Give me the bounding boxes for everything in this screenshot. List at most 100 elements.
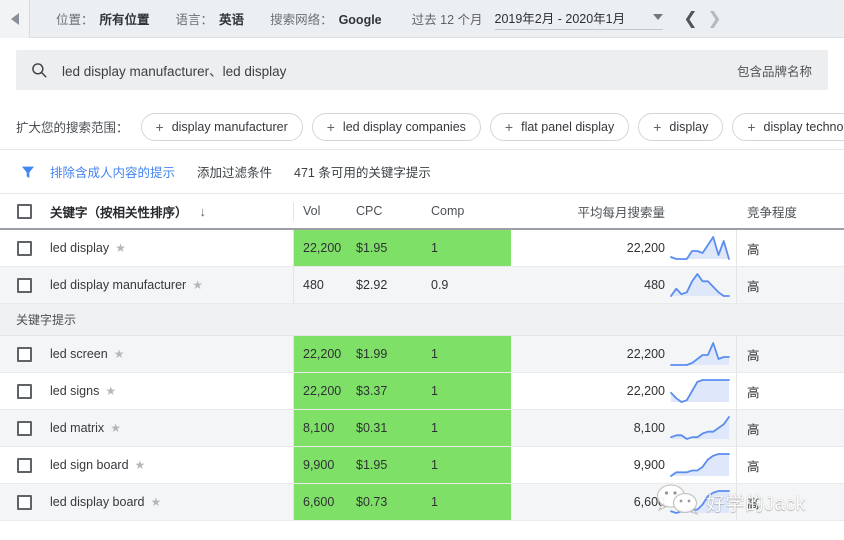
header-vol-cell[interactable]: Vol (294, 204, 356, 218)
header-cpc-cell[interactable]: CPC (356, 204, 431, 218)
broaden-chip-3[interactable]: + flat panel display (489, 112, 630, 141)
keyword-planner-screen: 位置： 所有位置 语言： 英语 搜索网络： Google 过去 12 个月 20… (0, 0, 844, 540)
row-checkbox[interactable] (16, 240, 32, 256)
exclude-adult-filter-link[interactable]: 排除含成人内容的提示 (50, 162, 175, 181)
row-keyword-text: led display manufacturer (50, 278, 187, 292)
plus-icon: + (326, 118, 335, 135)
table-row[interactable]: led display ★ 22,200 $1.95 1 22,200 高 (0, 230, 844, 267)
favorite-star-icon[interactable]: ★ (114, 347, 125, 361)
sort-descending-arrow-icon: ↓ (199, 203, 207, 219)
table-row[interactable]: led signs ★ 22,200 $3.37 1 22,200 高 (0, 373, 844, 410)
collapse-panel-button[interactable] (0, 0, 30, 38)
row-cpc-cell: $1.95 (356, 230, 431, 266)
favorite-star-icon[interactable]: ★ (105, 384, 116, 398)
row-vol-cell: 480 (294, 267, 356, 303)
date-range-selector[interactable]: 2019年2月 - 2020年1月 (494, 8, 663, 30)
row-keyword-cell[interactable]: led display board ★ (48, 484, 294, 520)
row-cpc-cell: $1.99 (356, 336, 431, 372)
row-cpc-cell: $3.37 (356, 373, 431, 409)
row-avg-monthly-cell: 22,200 (509, 230, 669, 266)
broaden-chip-label: display (669, 119, 709, 134)
row-select-cell (0, 230, 48, 266)
row-cpc-value: $2.92 (356, 278, 388, 292)
row-vol-value: 480 (303, 278, 324, 292)
table-row[interactable]: led screen ★ 22,200 $1.99 1 22,200 高 (0, 336, 844, 373)
row-competition-cell: 高 (737, 410, 837, 446)
row-vol-cell: 8,100 (294, 410, 356, 446)
table-row[interactable]: led sign board ★ 9,900 $1.95 1 9,900 高 (0, 447, 844, 484)
row-keyword-cell[interactable]: led sign board ★ (48, 447, 294, 483)
row-comp-cell: 0.9 (431, 267, 509, 303)
broaden-chip-2[interactable]: + led display companies (311, 112, 481, 141)
row-keyword-cell[interactable]: led display manufacturer ★ (48, 267, 294, 303)
favorite-star-icon[interactable]: ★ (110, 421, 121, 435)
date-nav-arrows: ❮ ❯ (679, 6, 727, 32)
row-vol-value: 22,200 (303, 384, 342, 398)
row-comp-value: 1 (431, 458, 438, 472)
add-filter-button[interactable]: 添加过滤条件 (197, 162, 272, 181)
row-cpc-value: $3.37 (356, 384, 388, 398)
table-row[interactable]: led display manufacturer ★ 480 $2.92 0.9 480 高 (0, 267, 844, 304)
header-competition-cell[interactable]: 竞争程度 (737, 202, 837, 221)
row-checkbox[interactable] (16, 494, 32, 510)
broaden-chip-label: display manufacturer (171, 119, 288, 134)
row-vol-cell: 9,900 (294, 447, 356, 483)
row-cpc-cell: $0.31 (356, 410, 431, 446)
row-keyword-cell[interactable]: led screen ★ (48, 336, 294, 372)
brand-names-note: 包含品牌名称 (736, 64, 812, 79)
table-row[interactable]: led display board ★ 6,600 $0.73 1 6,600 高 (0, 484, 844, 521)
table-header-row: 关键字（按相关性排序） ↓ Vol CPC Comp 平均每月搜索量 竞争程度 (0, 194, 844, 230)
row-keyword-text: led matrix (50, 421, 105, 435)
row-checkbox[interactable] (16, 346, 32, 362)
row-select-cell (0, 267, 48, 303)
network-value: Google (338, 13, 382, 27)
header-avg-monthly-cell[interactable]: 平均每月搜索量 (509, 202, 669, 221)
row-keyword-cell[interactable]: led signs ★ (48, 373, 294, 409)
keyword-idea-rows: led screen ★ 22,200 $1.99 1 22,200 高 led signs ★… (0, 336, 844, 521)
broaden-chip-label: flat panel display (521, 119, 615, 134)
row-competition-value: 高 (747, 459, 760, 474)
row-checkbox[interactable] (16, 277, 32, 293)
row-keyword-cell[interactable]: led matrix ★ (48, 410, 294, 446)
row-competition-cell: 高 (737, 230, 837, 266)
row-cpc-value: $0.31 (356, 421, 388, 435)
row-competition-value: 高 (747, 422, 760, 437)
favorite-star-icon[interactable]: ★ (192, 278, 203, 292)
row-checkbox[interactable] (16, 420, 32, 436)
row-trend-sparkline (669, 447, 737, 483)
location-label: 位置： (56, 13, 94, 27)
row-cpc-cell: $1.95 (356, 447, 431, 483)
row-keyword-cell[interactable]: led display ★ (48, 230, 294, 266)
language-filter[interactable]: 语言： 英语 (176, 9, 245, 28)
plus-icon: + (155, 118, 164, 135)
plus-icon: + (653, 118, 662, 135)
location-filter[interactable]: 位置： 所有位置 (56, 9, 150, 28)
row-cpc-value: $1.95 (356, 241, 388, 255)
favorite-star-icon[interactable]: ★ (115, 241, 126, 255)
row-competition-cell: 高 (737, 373, 837, 409)
favorite-star-icon[interactable]: ★ (151, 495, 162, 509)
collapse-left-arrow-icon (10, 12, 19, 25)
row-checkbox[interactable] (16, 457, 32, 473)
row-avg-monthly-cell: 9,900 (509, 447, 669, 483)
row-vol-value: 9,900 (303, 458, 335, 472)
header-keyword-cell[interactable]: 关键字（按相关性排序） ↓ (48, 201, 294, 221)
row-cpc-value: $0.73 (356, 495, 388, 509)
network-filter[interactable]: 搜索网络： Google (270, 9, 382, 28)
row-avg-monthly-value: 22,200 (626, 241, 665, 255)
row-avg-monthly-value: 22,200 (626, 384, 665, 398)
broaden-chip-5[interactable]: + display technology (732, 112, 844, 141)
chevron-right-icon[interactable]: ❯ (703, 6, 727, 32)
chevron-left-icon[interactable]: ❮ (679, 6, 703, 32)
row-checkbox[interactable] (16, 383, 32, 399)
filter-funnel-icon[interactable] (20, 164, 36, 180)
select-all-checkbox[interactable] (16, 203, 32, 219)
broaden-chip-1[interactable]: + display manufacturer (140, 112, 303, 141)
header-comp-cell[interactable]: Comp (431, 204, 509, 218)
row-competition-value: 高 (747, 348, 760, 363)
keyword-search-box[interactable]: led display manufacturer、led display 包含品… (16, 50, 828, 90)
broaden-chip-4[interactable]: + display (638, 112, 724, 141)
row-avg-monthly-cell: 8,100 (509, 410, 669, 446)
table-row[interactable]: led matrix ★ 8,100 $0.31 1 8,100 高 (0, 410, 844, 447)
favorite-star-icon[interactable]: ★ (135, 458, 146, 472)
